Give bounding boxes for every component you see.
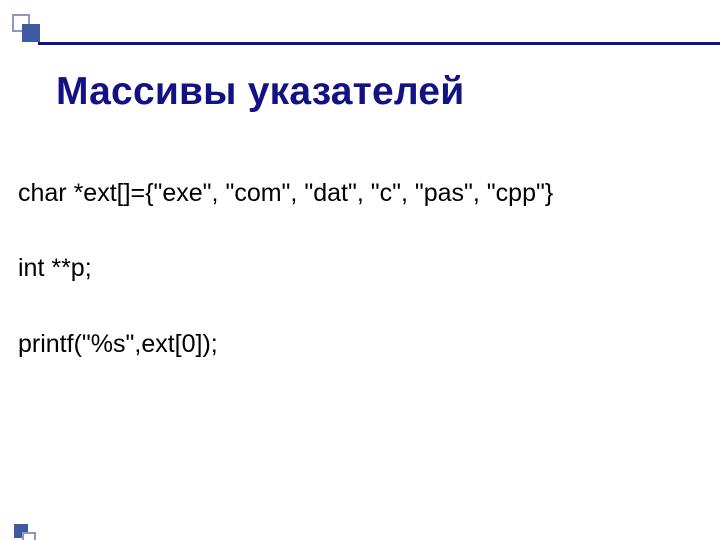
slide-title: Массивы указателей bbox=[56, 70, 464, 114]
square-filled-icon bbox=[22, 24, 40, 42]
slide-body: char *ext[]={"exe", "com", "dat", "c", "… bbox=[18, 178, 690, 360]
horizontal-rule bbox=[38, 42, 720, 45]
slide: Массивы указателей char *ext[]={"exe", "… bbox=[0, 0, 720, 540]
code-line: printf("%s",ext[0]); bbox=[18, 329, 690, 360]
square-outline-icon bbox=[22, 532, 36, 540]
code-line: int **p; bbox=[18, 253, 690, 284]
code-line: char *ext[]={"exe", "com", "dat", "c", "… bbox=[18, 178, 690, 209]
